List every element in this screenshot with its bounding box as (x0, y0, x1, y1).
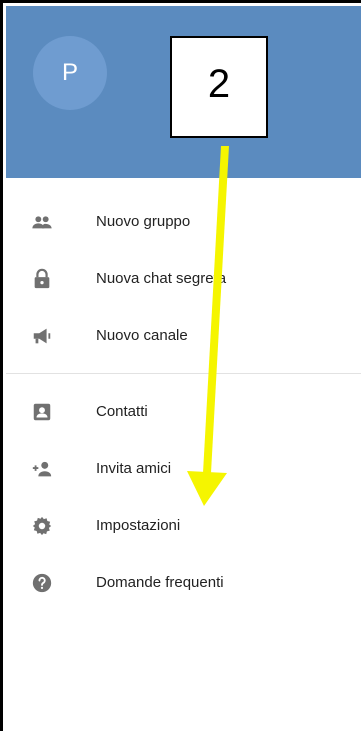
menu-item-label: Impostazioni (96, 517, 181, 534)
menu-item-contacts[interactable]: Contatti (6, 383, 361, 440)
menu-item-invite-friends[interactable]: Invita amici (6, 440, 361, 497)
menu-divider (6, 373, 361, 374)
group-icon (30, 210, 54, 234)
lock-icon (30, 267, 54, 291)
menu-item-new-secret-chat[interactable]: Nuova chat segreta (6, 250, 361, 307)
add-person-icon (30, 457, 54, 481)
help-icon (30, 571, 54, 595)
menu-item-label: Invita amici (96, 460, 172, 477)
drawer-menu: Nuovo gruppo Nuova chat segreta Nuovo ca… (6, 193, 361, 611)
menu-item-settings[interactable]: Impostazioni (6, 497, 361, 554)
step-number-box: 2 (170, 36, 268, 138)
menu-item-label: Contatti (96, 403, 148, 420)
menu-item-label: Nuovo canale (96, 327, 188, 344)
app-frame: P Nuovo gruppo Nuova chat segreta Nuovo … (0, 0, 361, 731)
menu-item-label: Nuova chat segreta (96, 270, 227, 287)
menu-item-faq[interactable]: Domande frequenti (6, 554, 361, 611)
menu-item-label: Nuovo gruppo (96, 213, 191, 230)
avatar[interactable]: P (33, 36, 107, 110)
menu-item-label: Domande frequenti (96, 574, 224, 591)
menu-item-new-channel[interactable]: Nuovo canale (6, 307, 361, 364)
megaphone-icon (30, 324, 54, 348)
contacts-icon (30, 400, 54, 424)
gear-icon (30, 514, 54, 538)
menu-item-new-group[interactable]: Nuovo gruppo (6, 193, 361, 250)
